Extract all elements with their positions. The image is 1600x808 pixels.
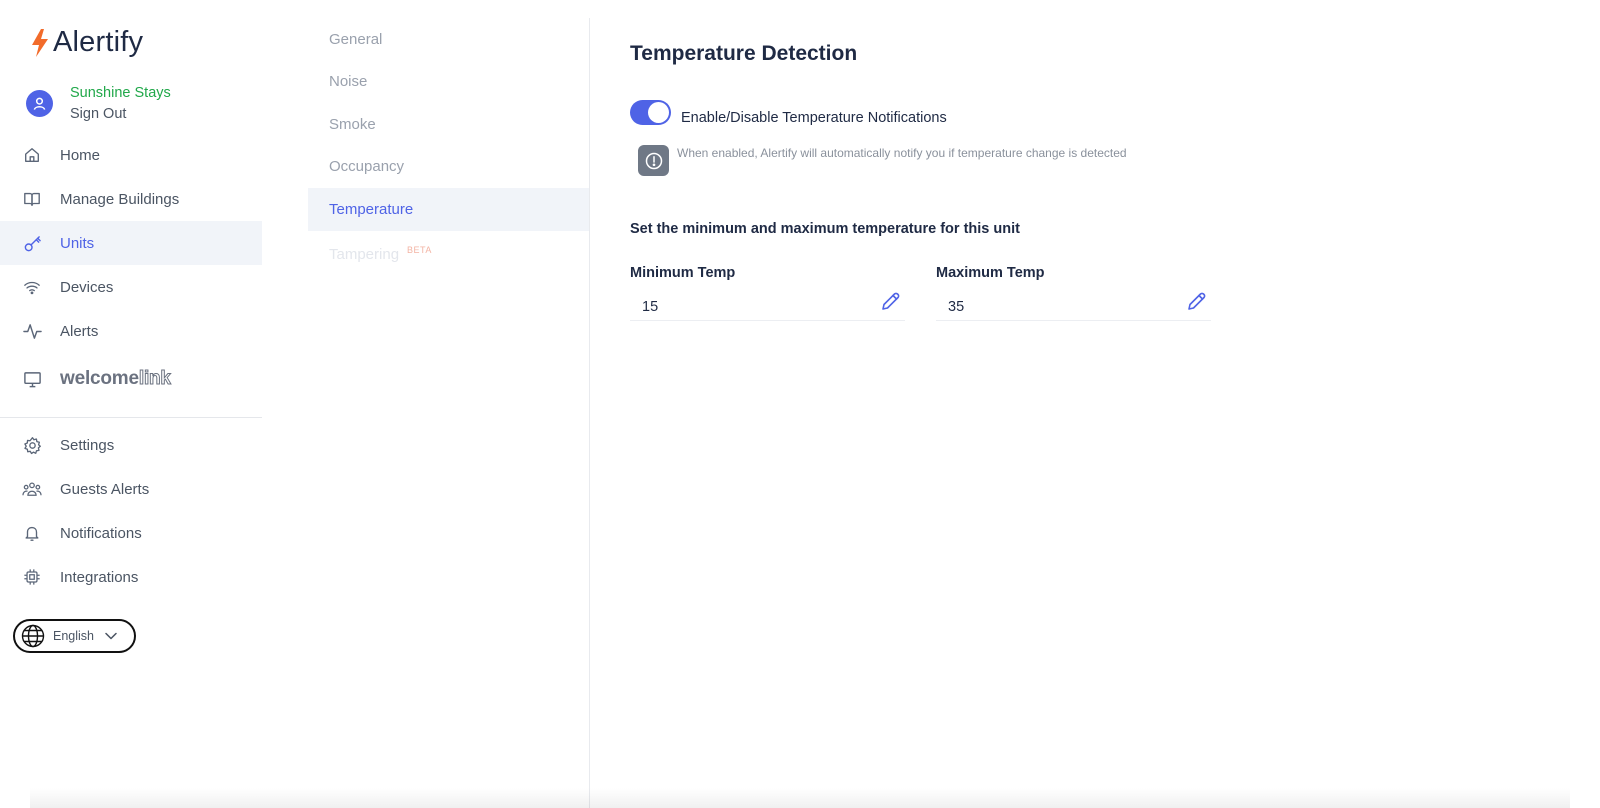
activity-icon xyxy=(22,321,42,341)
sidebar-divider xyxy=(0,417,262,418)
monitor-icon xyxy=(22,369,42,389)
submenu-item-label: Tampering xyxy=(329,246,400,263)
toggle-label: Enable/Disable Temperature Notifications xyxy=(681,110,947,126)
gear-icon xyxy=(22,435,42,455)
avatar[interactable] xyxy=(26,90,53,117)
language-selector[interactable]: English xyxy=(13,619,136,653)
page-title: Temperature Detection xyxy=(630,42,858,65)
welcomelink-logo-link: link xyxy=(138,368,171,390)
toggle-knob xyxy=(648,102,669,123)
sidebar-item-label: Home xyxy=(60,146,101,164)
secondary-nav: Settings Guests Alerts Notifications Int… xyxy=(0,423,262,599)
sidebar-item-label: Units xyxy=(60,234,95,252)
maximum-temp-value: 35 xyxy=(948,298,965,315)
submenu-item-general[interactable]: General xyxy=(308,18,589,61)
sidebar-item-label: Manage Buildings xyxy=(60,190,180,208)
minimum-temp-label: Minimum Temp xyxy=(630,265,736,281)
submenu-divider xyxy=(589,18,590,808)
submenu-item-temperature[interactable]: Temperature xyxy=(308,188,589,231)
book-icon xyxy=(22,189,42,209)
user-icon xyxy=(33,97,46,110)
profile-name: Sunshine Stays xyxy=(70,85,171,101)
sidebar: Alertify Sunshine Stays Sign Out Home Ma… xyxy=(0,0,262,808)
maximum-temp-label: Maximum Temp xyxy=(936,265,1045,281)
sidebar-item-guests-alerts[interactable]: Guests Alerts xyxy=(0,467,262,511)
sidebar-item-label: Guests Alerts xyxy=(60,480,150,498)
user-profile: Sunshine Stays Sign Out xyxy=(26,84,171,123)
chevron-down-icon xyxy=(105,632,117,640)
sidebar-item-welcomelink[interactable]: welcomelink xyxy=(0,353,262,405)
submenu-item-smoke[interactable]: Smoke xyxy=(308,103,589,146)
sidebar-item-label: Settings xyxy=(60,436,115,454)
submenu-item-tampering: Tampering BETA xyxy=(308,231,589,279)
edit-minimum-temp-button[interactable] xyxy=(879,291,901,313)
pencil-icon xyxy=(1188,292,1206,310)
minimum-temp-field: Minimum Temp 15 xyxy=(630,265,905,321)
maximum-temp-field: Maximum Temp 35 xyxy=(936,265,1211,321)
sidebar-item-home[interactable]: Home xyxy=(0,133,262,177)
bell-icon xyxy=(22,523,42,543)
info-text: When enabled, Alertify will automaticall… xyxy=(677,146,1127,160)
sidebar-item-label: Integrations xyxy=(60,568,139,586)
sidebar-item-settings[interactable]: Settings xyxy=(0,423,262,467)
app-logo[interactable]: Alertify xyxy=(29,26,143,59)
minimum-temp-input[interactable]: 15 xyxy=(630,291,905,321)
detection-submenu: General Noise Smoke Occupancy Temperatur… xyxy=(308,18,589,279)
edit-maximum-temp-button[interactable] xyxy=(1185,291,1207,313)
logo-text: Alertify xyxy=(53,26,144,58)
chip-icon xyxy=(22,567,42,587)
bolt-icon xyxy=(32,28,48,57)
key-icon xyxy=(22,233,42,253)
info-icon xyxy=(638,145,669,176)
sidebar-item-integrations[interactable]: Integrations xyxy=(0,555,262,599)
beta-badge: BETA xyxy=(407,244,432,255)
temperature-notifications-toggle[interactable] xyxy=(630,100,671,125)
main-nav: Home Manage Buildings Units Devices Aler… xyxy=(0,133,262,405)
welcomelink-logo: welcomelink xyxy=(60,368,171,390)
temperature-range-label: Set the minimum and maximum temperature … xyxy=(630,221,1020,237)
sidebar-item-devices[interactable]: Devices xyxy=(0,265,262,309)
home-icon xyxy=(22,145,42,165)
bottom-shadow xyxy=(30,788,1570,808)
sidebar-item-manage-buildings[interactable]: Manage Buildings xyxy=(0,177,262,221)
sign-out-link[interactable]: Sign Out xyxy=(70,105,171,123)
sidebar-item-alerts[interactable]: Alerts xyxy=(0,309,262,353)
sidebar-item-label: Notifications xyxy=(60,524,142,542)
sidebar-item-label: Alerts xyxy=(60,322,99,340)
minimum-temp-value: 15 xyxy=(642,298,659,315)
sidebar-item-notifications[interactable]: Notifications xyxy=(0,511,262,555)
welcomelink-logo-main: welcome xyxy=(60,368,139,389)
language-label: English xyxy=(53,629,94,643)
users-icon xyxy=(22,479,42,499)
pencil-icon xyxy=(882,292,900,310)
maximum-temp-input[interactable]: 35 xyxy=(936,291,1211,321)
globe-icon xyxy=(21,624,45,648)
submenu-item-occupancy[interactable]: Occupancy xyxy=(308,146,589,189)
sidebar-item-units[interactable]: Units xyxy=(0,221,262,265)
sidebar-item-label: Devices xyxy=(60,278,114,296)
wifi-icon xyxy=(22,277,42,297)
submenu-item-noise[interactable]: Noise xyxy=(308,61,589,104)
